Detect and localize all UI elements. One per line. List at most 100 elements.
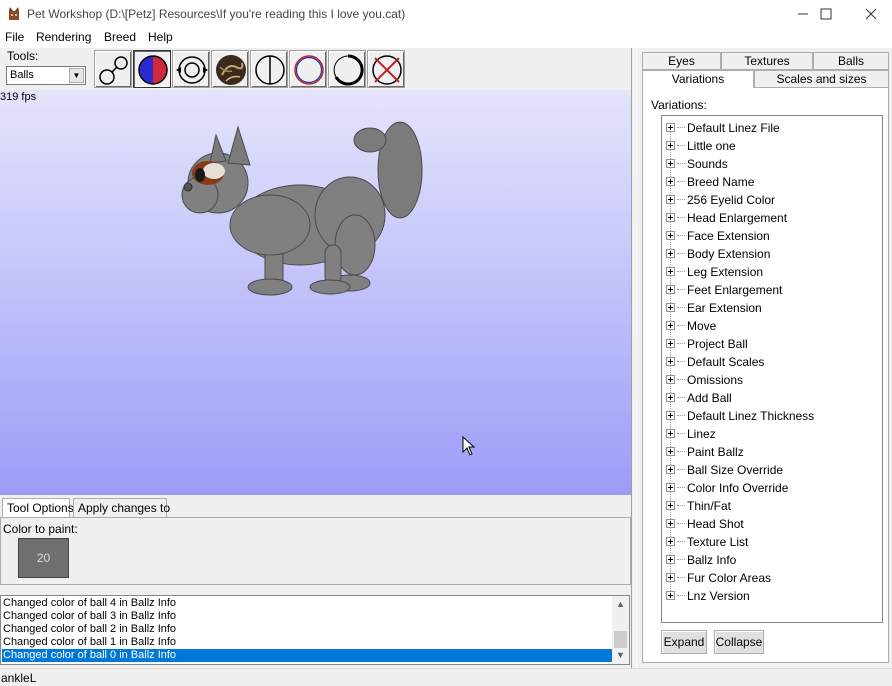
tree-item[interactable]: Face Extension [666, 227, 876, 245]
plus-expand-icon[interactable] [666, 249, 675, 258]
log-item[interactable]: Changed color of ball 2 in Ballz Info [2, 623, 613, 636]
tree-item[interactable]: Ballz Info [666, 551, 876, 569]
tree-item-label[interactable]: Color Info Override [687, 481, 788, 495]
plus-expand-icon[interactable] [666, 429, 675, 438]
tree-item[interactable]: Default Linez Thickness [666, 407, 876, 425]
tree-item-label[interactable]: Head Enlargement [687, 211, 787, 225]
tree-item[interactable]: Fur Color Areas [666, 569, 876, 587]
tree-item-label[interactable]: Ballz Info [687, 553, 736, 567]
tool-button-ball-link[interactable] [94, 50, 132, 88]
plus-expand-icon[interactable] [666, 285, 675, 294]
color-swatch-button[interactable]: 20 [18, 538, 69, 578]
tree-item-label[interactable]: Body Extension [687, 247, 770, 261]
tree-item[interactable]: Project Ball [666, 335, 876, 353]
plus-expand-icon[interactable] [666, 267, 675, 276]
menu-rendering[interactable]: Rendering [36, 30, 91, 44]
menu-help[interactable]: Help [148, 30, 173, 44]
tree-item[interactable]: Move [666, 317, 876, 335]
tool-button-paint[interactable] [133, 50, 171, 88]
tree-item-label[interactable]: Add Ball [687, 391, 732, 405]
tree-item-label[interactable]: Texture List [687, 535, 748, 549]
tool-button-outline-color[interactable] [289, 50, 327, 88]
menu-breed[interactable]: Breed [104, 30, 136, 44]
tree-item[interactable]: Head Enlargement [666, 209, 876, 227]
tree-item-label[interactable]: Default Linez File [687, 121, 780, 135]
expand-button[interactable]: Expand [661, 630, 707, 654]
tab-apply-changes[interactable]: Apply changes to [73, 498, 170, 518]
tree-item[interactable]: 256 Eyelid Color [666, 191, 876, 209]
tree-item[interactable]: Default Linez File [666, 119, 876, 137]
plus-expand-icon[interactable] [666, 123, 675, 132]
plus-expand-icon[interactable] [666, 465, 675, 474]
plus-expand-icon[interactable] [666, 537, 675, 546]
tree-item-label[interactable]: Face Extension [687, 229, 770, 243]
tool-button-resize[interactable] [172, 50, 210, 88]
plus-expand-icon[interactable] [666, 303, 675, 312]
tree-item-label[interactable]: Linez [687, 427, 716, 441]
plus-expand-icon[interactable] [666, 555, 675, 564]
tree-item[interactable]: Leg Extension [666, 263, 876, 281]
tree-item[interactable]: Lnz Version [666, 587, 876, 605]
tree-item-label[interactable]: Omissions [687, 373, 743, 387]
plus-expand-icon[interactable] [666, 213, 675, 222]
plus-expand-icon[interactable] [666, 519, 675, 528]
tool-button-texture[interactable] [211, 50, 249, 88]
tree-item-label[interactable]: Lnz Version [687, 589, 750, 603]
tree-item-label[interactable]: Breed Name [687, 175, 754, 189]
log-item-selected[interactable]: Changed color of ball 0 in Ballz Info [2, 649, 613, 662]
tree-item-label[interactable]: Move [687, 319, 716, 333]
tab-tool-options[interactable]: Tool Options [2, 498, 74, 519]
tree-item[interactable]: Head Shot [666, 515, 876, 533]
log-item[interactable]: Changed color of ball 4 in Ballz Info [2, 597, 613, 610]
tree-item-label[interactable]: Thin/Fat [687, 499, 731, 513]
plus-expand-icon[interactable] [666, 573, 675, 582]
tab-variations[interactable]: Variations [642, 70, 754, 89]
log-item[interactable]: Changed color of ball 1 in Ballz Info [2, 636, 613, 649]
plus-expand-icon[interactable] [666, 393, 675, 402]
collapse-button[interactable]: Collapse [714, 630, 764, 654]
tree-item-label[interactable]: Little one [687, 139, 736, 153]
tree-item-label[interactable]: Project Ball [687, 337, 748, 351]
plus-expand-icon[interactable] [666, 591, 675, 600]
close-button[interactable] [848, 0, 892, 28]
plus-expand-icon[interactable] [666, 339, 675, 348]
scroll-thumb[interactable] [614, 631, 627, 648]
tab-scales-and-sizes[interactable]: Scales and sizes [754, 70, 889, 88]
plus-expand-icon[interactable] [666, 177, 675, 186]
plus-expand-icon[interactable] [666, 447, 675, 456]
tree-item[interactable]: Ear Extension [666, 299, 876, 317]
tab-balls[interactable]: Balls [813, 52, 889, 70]
plus-expand-icon[interactable] [666, 375, 675, 384]
tree-item[interactable]: Ball Size Override [666, 461, 876, 479]
tree-item[interactable]: Sounds [666, 155, 876, 173]
log-scrollbar[interactable]: ▲ ▼ [612, 596, 629, 664]
log-item[interactable]: Changed color of ball 3 in Ballz Info [2, 610, 613, 623]
tree-item-label[interactable]: Feet Enlargement [687, 283, 782, 297]
variations-tree[interactable]: Default Linez File Little one Sounds Breed … [661, 115, 883, 623]
pet-viewport[interactable]: 319 fps [0, 90, 631, 495]
maximize-button[interactable] [803, 0, 849, 28]
plus-expand-icon[interactable] [666, 411, 675, 420]
plus-expand-icon[interactable] [666, 483, 675, 492]
tree-item-label[interactable]: Leg Extension [687, 265, 763, 279]
plus-expand-icon[interactable] [666, 321, 675, 330]
plus-expand-icon[interactable] [666, 195, 675, 204]
tool-button-omit[interactable] [367, 50, 405, 88]
plus-expand-icon[interactable] [666, 159, 675, 168]
chevron-down-icon[interactable]: ▼ [69, 68, 84, 83]
tree-item-label[interactable]: Default Scales [687, 355, 764, 369]
tool-select[interactable]: Balls ▼ [6, 66, 86, 85]
title-bar[interactable]: Pet Workshop (D:\[Petz] Resources\If you… [0, 0, 892, 28]
scroll-up-icon[interactable]: ▲ [612, 596, 629, 613]
scroll-down-icon[interactable]: ▼ [612, 647, 629, 664]
tree-item[interactable]: Color Info Override [666, 479, 876, 497]
tab-textures[interactable]: Textures [721, 52, 813, 70]
tree-item-label[interactable]: Head Shot [687, 517, 744, 531]
tree-item[interactable]: Omissions [666, 371, 876, 389]
tree-item[interactable]: Feet Enlargement [666, 281, 876, 299]
tree-item[interactable]: Breed Name [666, 173, 876, 191]
plus-expand-icon[interactable] [666, 141, 675, 150]
tab-eyes[interactable]: Eyes [642, 52, 721, 70]
tree-item-label[interactable]: Ear Extension [687, 301, 762, 315]
panel-splitter[interactable] [631, 48, 637, 668]
